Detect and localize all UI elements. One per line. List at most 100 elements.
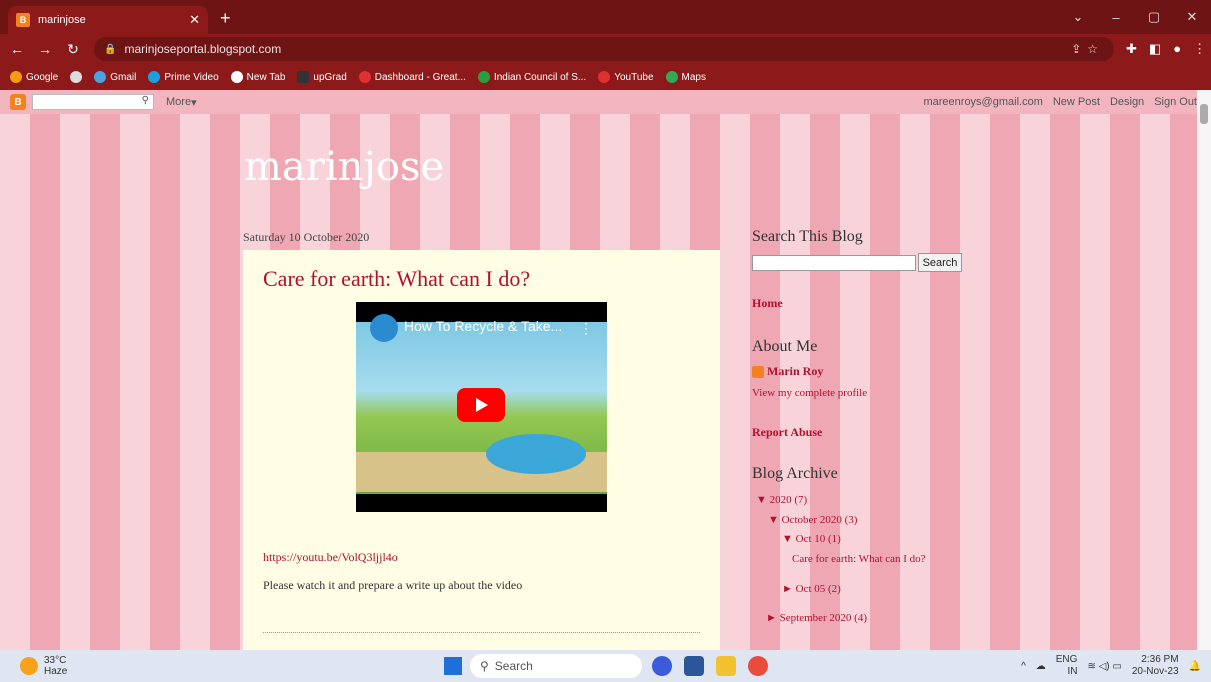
tab-search-icon[interactable]: ⌄: [1059, 9, 1097, 25]
archive-post-link[interactable]: Care for earth: What can I do?: [792, 553, 926, 565]
bookmark-google[interactable]: Google: [10, 71, 58, 83]
video-scene-pond: [486, 434, 586, 474]
archive-month-september[interactable]: ► September 2020 (4): [766, 612, 867, 624]
upgrad-icon: [297, 71, 310, 83]
about-heading: About Me: [752, 338, 818, 355]
bookmark-dashboard[interactable]: Dashboard - Great...: [358, 71, 466, 83]
navbar-search-input[interactable]: ⚲: [32, 94, 154, 110]
notification-bell-icon[interactable]: 🔔: [1189, 661, 1201, 672]
close-tab-icon[interactable]: ✕: [189, 12, 200, 28]
search-icon: ⚲: [480, 659, 489, 673]
reload-icon[interactable]: ↻: [62, 41, 84, 58]
onedrive-icon[interactable]: ☁: [1036, 661, 1046, 672]
more-menu[interactable]: More: [166, 96, 191, 108]
system-tray: ^ ☁ ENG IN ≋ ◁) ▭ 2:36 PM 20-Nov-23 🔔: [1021, 654, 1201, 678]
youtube-icon: [598, 71, 611, 83]
taskbar-search[interactable]: ⚲ Search: [470, 654, 642, 678]
bookmarks-bar: Google Gmail Prime Video New Tab upGrad …: [0, 64, 1211, 90]
window-controls: ⌄ – ▢ ✕: [1059, 0, 1211, 34]
search-heading: Search This Blog: [752, 228, 863, 245]
blog-title[interactable]: marinjose: [244, 144, 444, 190]
bookmark-prime[interactable]: Prime Video: [148, 71, 219, 83]
archive-day-oct05[interactable]: ► Oct 05 (2): [782, 583, 841, 595]
bookmark-icssr[interactable]: Indian Council of S...: [477, 71, 586, 83]
post-date: Saturday 10 October 2020: [243, 230, 370, 244]
bookmark-newtab[interactable]: New Tab: [230, 71, 285, 83]
video-title[interactable]: How To Recycle & Take...: [404, 318, 562, 334]
bookmark-chrome[interactable]: [70, 71, 83, 83]
language-indicator[interactable]: ENG IN: [1056, 654, 1078, 678]
close-window-button[interactable]: ✕: [1173, 9, 1211, 25]
browser-tab[interactable]: B marinjose ✕: [8, 6, 208, 34]
wifi-volume-battery-icons[interactable]: ≋ ◁) ▭: [1087, 661, 1121, 672]
blogger-icon: B: [16, 13, 30, 27]
restore-button[interactable]: ▢: [1135, 9, 1173, 25]
extensions-icon[interactable]: ✚: [1126, 41, 1137, 57]
minimize-button[interactable]: –: [1097, 10, 1135, 25]
forward-icon[interactable]: →: [34, 41, 56, 57]
windows-start-icon[interactable]: [444, 657, 462, 675]
weather-widget[interactable]: 33°C Haze: [20, 655, 67, 677]
taskbar-apps: [652, 656, 768, 676]
design-link[interactable]: Design: [1110, 96, 1144, 108]
home-link[interactable]: Home: [752, 296, 783, 311]
chrome-icon[interactable]: [748, 656, 768, 676]
tab-strip: B marinjose ✕ + ⌄ – ▢ ✕: [0, 0, 1211, 34]
url-text: marinjoseportal.blogspot.com: [124, 42, 282, 56]
post-title[interactable]: Care for earth: What can I do?: [263, 266, 530, 292]
newtab-icon: [230, 71, 243, 83]
bookmark-gmail[interactable]: Gmail: [94, 71, 136, 83]
bookmark-youtube[interactable]: YouTube: [598, 71, 654, 83]
windows-taskbar: 33°C Haze ⚲ Search ^ ☁ ENG IN ≋ ◁) ▭ 2:36 P…: [0, 650, 1211, 682]
youtube-video-embed[interactable]: How To Recycle & Take... ⋮: [356, 302, 607, 512]
file-explorer-icon[interactable]: [716, 656, 736, 676]
tray-chevron-icon[interactable]: ^: [1021, 661, 1026, 672]
post-body-text: Please watch it and prepare a write up a…: [263, 578, 523, 592]
author-link[interactable]: Marin Roy: [752, 364, 823, 379]
archive-day-oct10[interactable]: ▼ Oct 10 (1): [782, 533, 841, 545]
new-tab-button[interactable]: +: [220, 8, 231, 29]
bookmark-upgrad[interactable]: upGrad: [297, 71, 347, 83]
tab-title: marinjose: [38, 14, 86, 26]
archive-year-2020[interactable]: ▼ 2020 (7): [756, 494, 807, 506]
account-email[interactable]: mareenroys@gmail.com: [923, 96, 1042, 108]
google-icon: [10, 71, 22, 83]
search-icon[interactable]: ⚲: [142, 95, 149, 106]
blog-search-button[interactable]: Search: [918, 253, 962, 272]
back-icon[interactable]: ←: [6, 41, 28, 57]
lock-icon: 🔒: [104, 43, 117, 55]
blogger-logo-icon[interactable]: B: [10, 94, 26, 110]
play-button-icon[interactable]: [457, 388, 505, 422]
profile-link[interactable]: View my complete profile: [752, 387, 867, 399]
weather-condition: Haze: [44, 666, 68, 677]
scrollbar-thumb[interactable]: [1200, 104, 1208, 124]
bookmark-maps[interactable]: Maps: [665, 71, 706, 83]
menu-icon[interactable]: ⋮: [1193, 41, 1206, 57]
extension-icons: ✚ ◧ ● ⋮: [1126, 41, 1206, 57]
url-bar[interactable]: 🔒 marinjoseportal.blogspot.com ⇪☆: [94, 37, 1114, 61]
page-scrollbar[interactable]: [1197, 90, 1211, 650]
word-icon[interactable]: [684, 656, 704, 676]
video-link[interactable]: https://youtu.be/VolQ3ljjl4o: [263, 550, 398, 565]
chrome-icon: [70, 71, 83, 83]
blogger-profile-icon: [752, 366, 764, 379]
video-menu-icon[interactable]: ⋮: [579, 320, 593, 337]
more-chevron-icon: ▾: [191, 96, 197, 109]
archive-month-october[interactable]: ▼ October 2020 (3): [768, 514, 857, 526]
post-card: Care for earth: What can I do? How To Re…: [243, 250, 720, 650]
blog-page: marinjose Saturday 10 October 2020 Care …: [0, 114, 1197, 650]
gmail-icon: [94, 71, 107, 83]
report-abuse-link[interactable]: Report Abuse: [752, 425, 822, 440]
share-star-icons[interactable]: ⇪☆: [1071, 42, 1104, 56]
weather-sun-icon: [20, 657, 38, 675]
meet-icon[interactable]: [652, 656, 672, 676]
channel-avatar-icon[interactable]: [370, 314, 398, 342]
prime-icon: [148, 71, 161, 83]
new-post-link[interactable]: New Post: [1053, 96, 1100, 108]
clock[interactable]: 2:36 PM 20-Nov-23: [1132, 654, 1179, 678]
sign-out-link[interactable]: Sign Out: [1154, 96, 1197, 108]
profile-icon[interactable]: ●: [1173, 41, 1181, 57]
sidepanel-icon[interactable]: ◧: [1149, 41, 1161, 57]
maps-icon: [665, 71, 678, 83]
blog-search-input[interactable]: [752, 255, 916, 271]
